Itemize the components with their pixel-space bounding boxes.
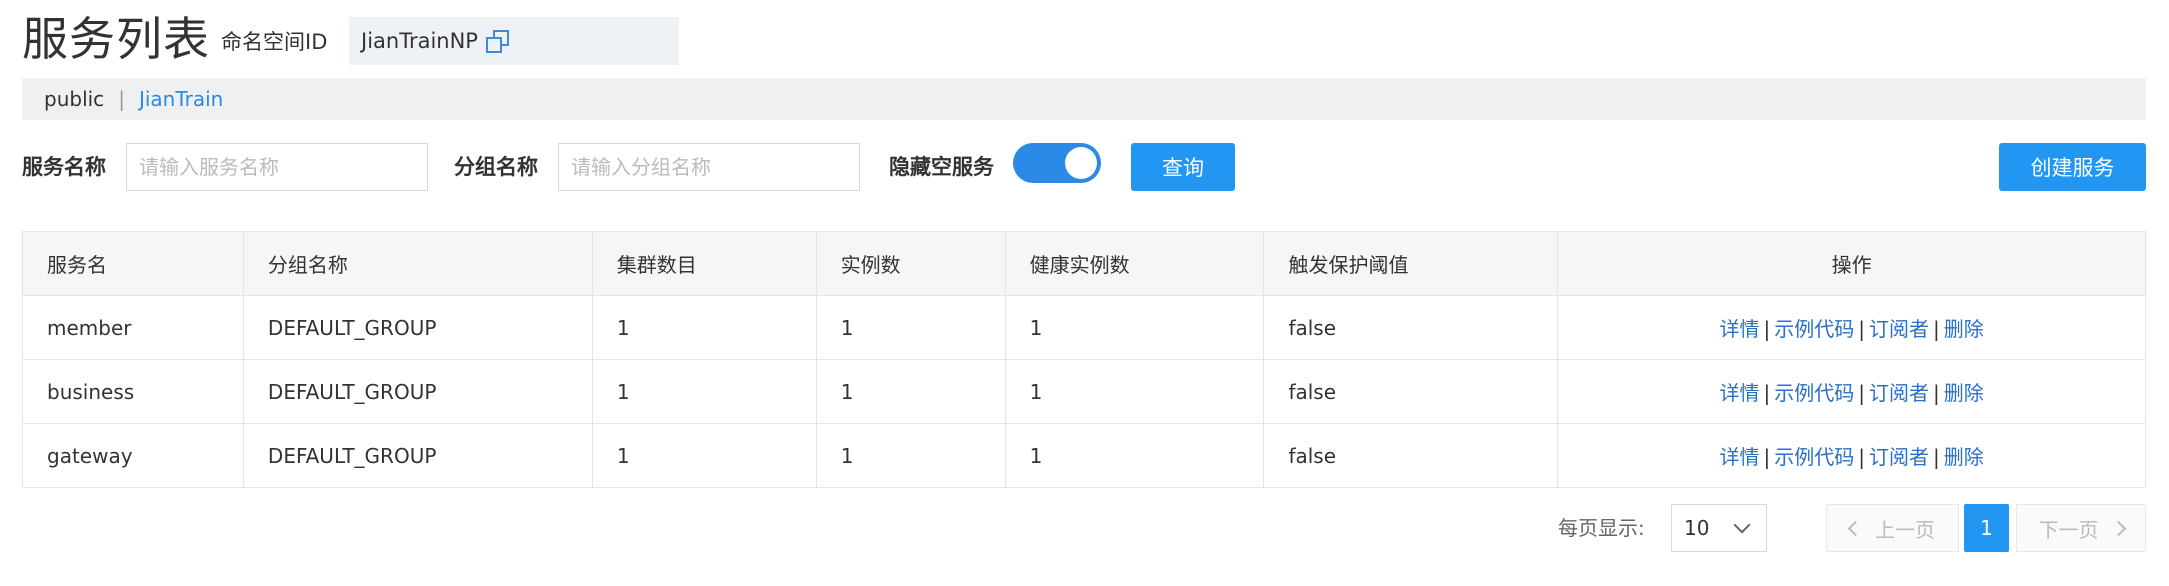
prev-page-button[interactable]: 上一页: [1826, 504, 1959, 552]
action-separator: |: [1763, 445, 1771, 469]
namespace-id-value: JianTrainNP: [361, 29, 478, 53]
healthy-instance-cell: 1: [1004, 359, 1265, 424]
action-separator: |: [1763, 317, 1771, 341]
hide-empty-label: 隐藏空服务: [889, 155, 994, 179]
service-name-label: 服务名称: [22, 155, 106, 179]
column-header: 操作: [1557, 231, 2146, 296]
table-header-row: 服务名 分组名称 集群数目 实例数 健康实例数 触发保护阈值 操作: [22, 231, 2146, 296]
table-row: member DEFAULT_GROUP 1 1 1 false 详情 | 示例代码…: [22, 295, 2146, 360]
page-title: 服务列表: [22, 12, 210, 66]
service-name-cell: gateway: [22, 423, 244, 488]
table-row: business DEFAULT_GROUP 1 1 1 false 详情 | 示例…: [22, 359, 2146, 424]
column-header: 实例数: [815, 231, 1006, 296]
healthy-instance-cell: 1: [1004, 423, 1265, 488]
page-size-value: 10: [1684, 516, 1710, 540]
protect-threshold-cell: false: [1263, 423, 1559, 488]
column-header: 健康实例数: [1004, 231, 1265, 296]
sample-code-link[interactable]: 示例代码: [1774, 317, 1854, 341]
sample-code-link[interactable]: 示例代码: [1774, 445, 1854, 469]
actions-cell: 详情 | 示例代码 | 订阅者 | 删除: [1557, 359, 2146, 424]
instance-count-cell: 1: [815, 359, 1006, 424]
details-link[interactable]: 详情: [1720, 445, 1760, 469]
namespace-jiantrain[interactable]: JianTrain: [125, 87, 237, 111]
action-separator: |: [1763, 381, 1771, 405]
service-table: 服务名 分组名称 集群数目 实例数 健康实例数 触发保护阈值 操作 member…: [22, 231, 2146, 488]
hide-empty-toggle[interactable]: [1013, 143, 1101, 183]
instance-count-cell: 1: [815, 295, 1006, 360]
action-separator: |: [1858, 445, 1866, 469]
service-name-input[interactable]: [126, 143, 428, 191]
protect-threshold-cell: false: [1263, 295, 1559, 360]
chevron-down-icon: [1733, 516, 1751, 534]
subscribers-link[interactable]: 订阅者: [1869, 317, 1929, 341]
action-separator: |: [1933, 445, 1940, 469]
namespace-public[interactable]: public: [22, 87, 118, 111]
next-page-label: 下一页: [2038, 517, 2099, 542]
actions-cell: 详情 | 示例代码 | 订阅者 | 删除: [1557, 423, 2146, 488]
protect-threshold-cell: false: [1263, 359, 1559, 424]
details-link[interactable]: 详情: [1720, 381, 1760, 405]
action-separator: |: [1858, 317, 1866, 341]
instance-count-cell: 1: [815, 423, 1006, 488]
create-service-button[interactable]: 创建服务: [1999, 143, 2146, 191]
page-size-select[interactable]: 10: [1671, 504, 1767, 552]
copy-icon[interactable]: [485, 30, 509, 53]
subscribers-link[interactable]: 订阅者: [1869, 445, 1929, 469]
action-separator: |: [1933, 381, 1940, 405]
service-name-cell: business: [22, 359, 244, 424]
namespace-separator: |: [118, 87, 125, 111]
action-separator: |: [1933, 317, 1940, 341]
action-separator: |: [1858, 381, 1866, 405]
table-row: gateway DEFAULT_GROUP 1 1 1 false 详情 | 示例代…: [22, 423, 2146, 488]
cluster-count-cell: 1: [591, 359, 817, 424]
page-number-button[interactable]: 1: [1964, 504, 2009, 552]
subscribers-link[interactable]: 订阅者: [1869, 381, 1929, 405]
column-header: 集群数目: [591, 231, 817, 296]
healthy-instance-cell: 1: [1004, 295, 1265, 360]
service-name-cell: member: [22, 295, 244, 360]
column-header: 服务名: [22, 231, 244, 296]
namespace-id-box: JianTrainNP: [349, 17, 679, 65]
group-name-cell: DEFAULT_GROUP: [242, 359, 593, 424]
sample-code-link[interactable]: 示例代码: [1774, 381, 1854, 405]
group-name-cell: DEFAULT_GROUP: [242, 423, 593, 488]
namespace-bar: public | JianTrain: [22, 78, 2146, 120]
delete-link[interactable]: 删除: [1944, 317, 1984, 341]
group-name-label: 分组名称: [454, 155, 538, 179]
query-button[interactable]: 查询: [1131, 143, 1235, 191]
next-page-button[interactable]: 下一页: [2016, 504, 2146, 552]
details-link[interactable]: 详情: [1720, 317, 1760, 341]
column-header: 分组名称: [242, 231, 593, 296]
namespace-id-label: 命名空间ID: [221, 30, 328, 54]
delete-link[interactable]: 删除: [1944, 381, 1984, 405]
actions-cell: 详情 | 示例代码 | 订阅者 | 删除: [1557, 295, 2146, 360]
cluster-count-cell: 1: [591, 423, 817, 488]
page-size-label: 每页显示:: [1558, 516, 1645, 540]
group-name-input[interactable]: [558, 143, 860, 191]
cluster-count-cell: 1: [591, 295, 817, 360]
toggle-knob: [1065, 147, 1097, 179]
column-header: 触发保护阈值: [1263, 231, 1559, 296]
chevron-right-icon: [2110, 520, 2126, 536]
group-name-cell: DEFAULT_GROUP: [242, 295, 593, 360]
prev-page-label: 上一页: [1875, 517, 1935, 542]
chevron-left-icon: [1847, 520, 1864, 536]
delete-link[interactable]: 删除: [1944, 445, 1984, 469]
